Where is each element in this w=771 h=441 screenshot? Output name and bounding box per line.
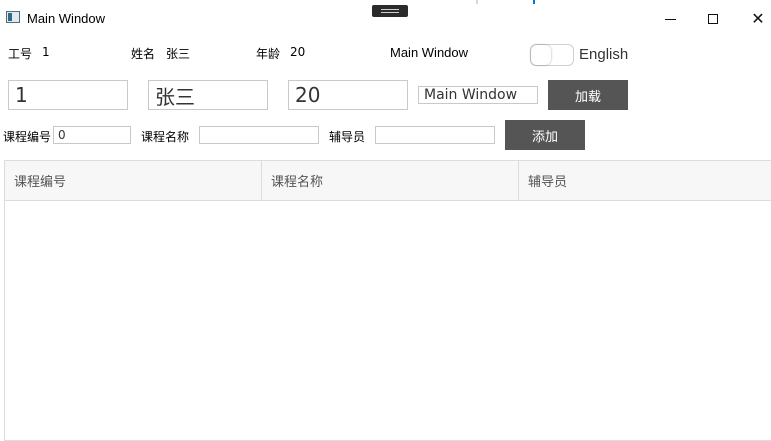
top-edge-accent [533, 0, 535, 4]
app-window-icon [6, 11, 20, 23]
course-number-label: 课程编号 [3, 130, 52, 144]
title-value: Main Window [390, 45, 469, 60]
top-edge-marker [476, 0, 478, 4]
window-title: Main Window [27, 11, 106, 26]
minimize-button[interactable] [647, 5, 693, 33]
age-value: 20 [290, 45, 306, 59]
column-header-course-name[interactable]: 课程名称 [262, 161, 519, 200]
name-value: 张三 [166, 47, 191, 61]
grid-header: 课程编号 课程名称 辅导员 [5, 161, 771, 201]
close-button[interactable]: ✕ [735, 5, 771, 33]
drag-handle-icon[interactable] [372, 5, 408, 17]
name-input[interactable]: 张三 [148, 80, 268, 110]
age-label: 年龄 [256, 47, 281, 61]
title-input[interactable]: Main Window [418, 86, 538, 104]
tutor-input[interactable] [375, 126, 495, 144]
id-label: 工号 [8, 47, 33, 61]
id-input[interactable]: 1 [8, 80, 128, 110]
add-course-button[interactable]: 添加 [505, 120, 585, 150]
language-toggle-label: English [579, 46, 629, 63]
column-header-course-number[interactable]: 课程编号 [5, 161, 262, 200]
maximize-button[interactable] [690, 5, 736, 33]
load-button[interactable]: 加载 [548, 80, 628, 110]
toggle-knob [531, 45, 551, 65]
age-input[interactable]: 20 [288, 80, 408, 110]
tutor-label: 辅导员 [329, 130, 366, 144]
course-name-label: 课程名称 [141, 130, 190, 144]
close-icon: ✕ [751, 9, 765, 28]
course-grid[interactable] [4, 160, 771, 441]
column-header-tutor[interactable]: 辅导员 [519, 161, 771, 200]
maximize-icon [708, 14, 718, 24]
course-name-input[interactable] [199, 126, 319, 144]
id-value: 1 [42, 45, 50, 59]
minimize-icon [664, 18, 676, 20]
course-number-input[interactable]: 0 [53, 126, 131, 144]
name-label: 姓名 [131, 47, 156, 61]
